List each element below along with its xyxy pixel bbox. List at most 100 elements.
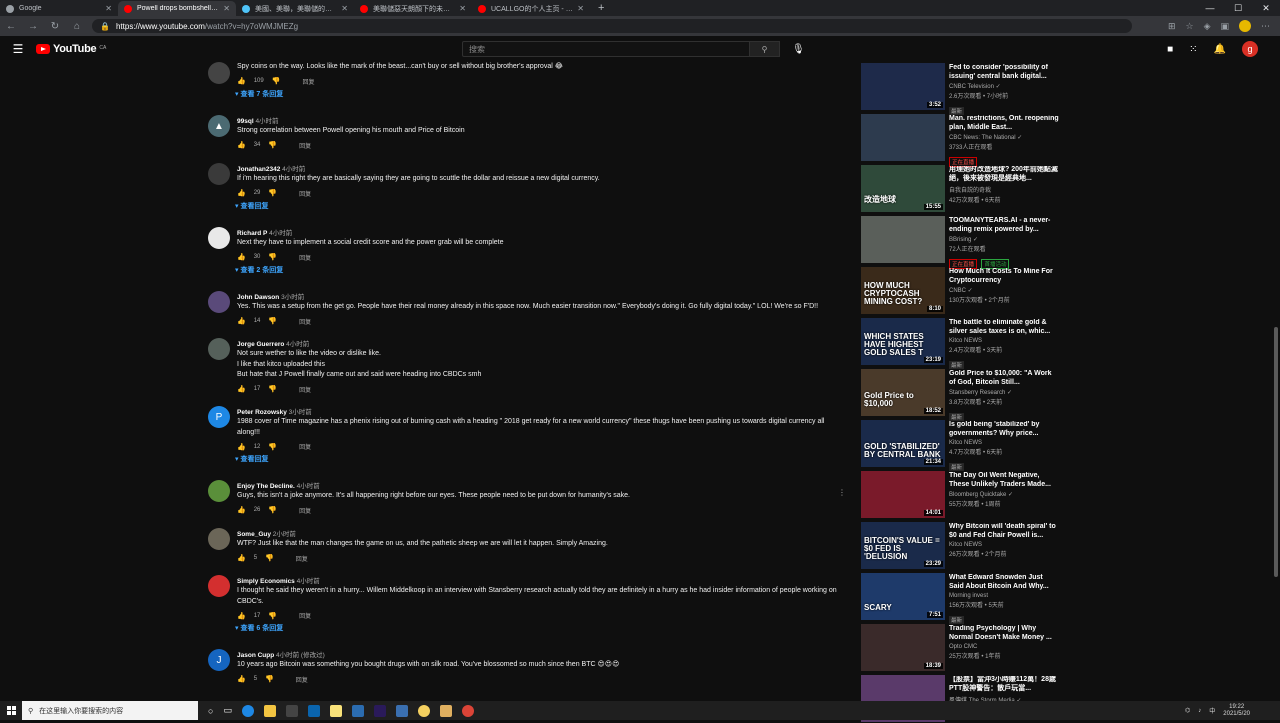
tab-xigua[interactable]: UCALLGO的个人主页 - 西瓜视频 ✕ — [472, 1, 590, 16]
thumbs-down-icon[interactable]: 👎 — [268, 506, 277, 514]
cortana-icon[interactable]: ○ — [208, 706, 213, 716]
recommended-video[interactable]: Man. restrictions, Ont. reopening plan, … — [861, 114, 1061, 167]
comment-time[interactable]: 2小时前 — [273, 531, 296, 538]
video-thumbnail[interactable]: 18:39 — [861, 624, 945, 671]
thumbs-down-icon[interactable]: 👎 — [265, 554, 274, 562]
menu-dots-icon[interactable]: ⋯ — [1261, 21, 1270, 32]
tab-article[interactable]: 美國、美聯，美聯儲的惡天劑和 ✕ — [236, 1, 354, 16]
recommended-video[interactable]: 改造地球 15:55 用理她时改造地球? 200年前她點滅絕，後來被發現是經典地.… — [861, 165, 1061, 213]
comment-time[interactable]: 4小时前 — [297, 578, 320, 585]
notes-icon[interactable] — [329, 704, 342, 717]
video-thumbnail[interactable]: 3:52 — [861, 63, 945, 110]
reply-button[interactable]: 回复 — [296, 554, 308, 563]
recommended-video[interactable]: TOOMANYTEARS.AI - a never-ending remix p… — [861, 216, 1061, 269]
video-title[interactable]: 【股票】當沖3小時賺112萬！28歲PTT股神警告：散戶玩當... — [949, 676, 1059, 693]
input-language[interactable]: 中 — [1209, 706, 1215, 715]
edge-browser-icon[interactable] — [241, 704, 254, 717]
reply-button[interactable]: 回复 — [299, 506, 311, 515]
channel-name[interactable]: Kitco NEWS — [949, 542, 1059, 548]
video-thumbnail[interactable]: Gold Price to $10,000 18:52 — [861, 369, 945, 416]
star-icon[interactable]: ☆ — [1185, 21, 1193, 32]
comment-time[interactable]: 4小时前 — [282, 166, 305, 173]
channel-name[interactable]: CNBC ✓ — [949, 287, 1059, 294]
comment-time[interactable]: 4小时前 — [255, 118, 278, 125]
new-tab-button[interactable]: + — [590, 2, 612, 16]
comment-time[interactable]: 4小时前 — [286, 341, 309, 348]
thumbs-up-icon[interactable]: 👍 — [237, 612, 246, 620]
video-title[interactable]: 用理她时改造地球? 200年前她點滅絕，後來被發現是經典地... — [949, 166, 1059, 183]
thumbs-up-icon[interactable]: 👍 — [237, 443, 246, 451]
volume-icon[interactable]: ♪ — [1198, 708, 1201, 714]
thumbs-up-icon[interactable]: 👍 — [237, 253, 246, 261]
network-icon[interactable]: ⌬ — [1185, 707, 1190, 714]
recommended-video[interactable]: HOW MUCH CRYPTOCASH MINING COST? 8:10 How… — [861, 267, 1061, 315]
recommended-video[interactable]: Gold Price to $10,000 18:52 Gold Price to… — [861, 369, 1061, 421]
commenter-avatar[interactable] — [208, 528, 230, 550]
reply-button[interactable]: 回复 — [299, 385, 311, 394]
channel-name[interactable]: CNBC Television ✓ — [949, 83, 1059, 90]
thumbs-down-icon[interactable]: 👎 — [268, 443, 277, 451]
back-icon[interactable]: ← — [0, 21, 22, 32]
recommended-video[interactable]: SCARY 7:51 What Edward Snowden Just Said … — [861, 573, 1061, 624]
video-thumbnail[interactable]: SCARY 7:51 — [861, 573, 945, 620]
reply-button[interactable]: 回复 — [302, 77, 314, 86]
comment-time[interactable]: 3小时前 — [281, 294, 304, 301]
thumbs-up-icon[interactable]: 👍 — [237, 554, 246, 562]
view-replies-button[interactable]: ▾ 查看 6 条回复 — [235, 623, 837, 633]
video-title[interactable]: Why Bitcoin will 'death spiral' to $0 an… — [949, 523, 1059, 540]
channel-name[interactable]: Stansberry Research ✓ — [949, 389, 1059, 396]
video-title[interactable]: Is gold being 'stabilized' by government… — [949, 421, 1059, 438]
hamburger-menu-icon[interactable]: ☰ — [0, 42, 36, 56]
notifications-bell-icon[interactable]: 🔔 — [1214, 44, 1226, 55]
video-thumbnail[interactable] — [861, 216, 945, 263]
translate-icon[interactable]: ⊞ — [1168, 21, 1176, 32]
channel-name[interactable]: BBrising ✓ — [949, 236, 1059, 243]
minimize-button[interactable]: — — [1196, 3, 1224, 13]
reply-button[interactable]: 回复 — [299, 253, 311, 262]
thumbs-down-icon[interactable]: 👎 — [268, 189, 277, 197]
comment-author[interactable]: Enjoy The Decline. — [237, 483, 295, 490]
chrome-icon[interactable] — [461, 704, 474, 717]
commenter-avatar[interactable] — [208, 227, 230, 249]
video-title[interactable]: How Much It Costs To Mine For Cryptocurr… — [949, 268, 1059, 285]
view-replies-button[interactable]: ▾ 查看回复 — [235, 454, 837, 464]
commenter-avatar[interactable] — [208, 291, 230, 313]
maximize-button[interactable]: ☐ — [1224, 3, 1252, 14]
commenter-avatar[interactable] — [208, 338, 230, 360]
thumbs-down-icon[interactable]: 👎 — [268, 141, 277, 149]
store-icon[interactable] — [285, 704, 298, 717]
commenter-avatar[interactable] — [208, 62, 230, 84]
system-clock[interactable]: 19:22 2021/5/20 — [1223, 704, 1250, 718]
commenter-avatar[interactable] — [208, 480, 230, 502]
comment-author[interactable]: Some_Guy — [237, 531, 271, 538]
thumbs-down-icon[interactable]: 👎 — [268, 612, 277, 620]
taskbar-search-input[interactable]: ⚲ 在这里输入你要搜索的内容 — [22, 701, 198, 720]
view-replies-button[interactable]: ▾ 查看 7 条回复 — [235, 89, 837, 99]
apps-grid-icon[interactable]: ⁙ — [1189, 44, 1197, 55]
video-title[interactable]: Gold Price to $10,000: "A Work of God, B… — [949, 370, 1059, 387]
comment-author[interactable]: John Dawson — [237, 294, 279, 301]
channel-name[interactable]: 自我自説的奇栽 — [949, 185, 1059, 194]
video-thumbnail[interactable]: HOW MUCH CRYPTOCASH MINING COST? 8:10 — [861, 267, 945, 314]
emoji-app-icon[interactable] — [417, 704, 430, 717]
comment-time[interactable]: 3小时前 — [289, 409, 312, 416]
thumbs-up-icon[interactable]: 👍 — [237, 317, 246, 325]
tab-youtube-active[interactable]: Powell drops bombshell: Fed to✕ — [118, 1, 236, 16]
video-title[interactable]: Trading Psychology | Why Normal Doesn't … — [949, 625, 1059, 642]
profile-avatar[interactable] — [1239, 20, 1251, 32]
video-thumbnail[interactable]: 改造地球 15:55 — [861, 165, 945, 212]
task-view-icon[interactable]: ▭ — [223, 705, 232, 716]
channel-name[interactable]: Kitco NEWS — [949, 440, 1059, 446]
video-thumbnail[interactable]: GOLD 'STABILIZED' BY CENTRAL BANK 21:34 — [861, 420, 945, 467]
start-button[interactable] — [0, 706, 22, 715]
channel-name[interactable]: CBC News: The National ✓ — [949, 134, 1059, 141]
create-video-icon[interactable]: ■ — [1167, 44, 1173, 55]
comment-author[interactable]: Richard P — [237, 230, 267, 237]
extension-icon[interactable]: ◈ — [1204, 21, 1211, 32]
more-actions-icon[interactable]: ⋮ — [838, 488, 846, 497]
close-icon[interactable]: ✕ — [223, 4, 230, 13]
thumbs-up-icon[interactable]: 👍 — [237, 385, 246, 393]
reload-icon[interactable]: ↻ — [44, 21, 66, 32]
calculator-icon[interactable] — [395, 704, 408, 717]
reply-button[interactable]: 回复 — [299, 442, 311, 451]
